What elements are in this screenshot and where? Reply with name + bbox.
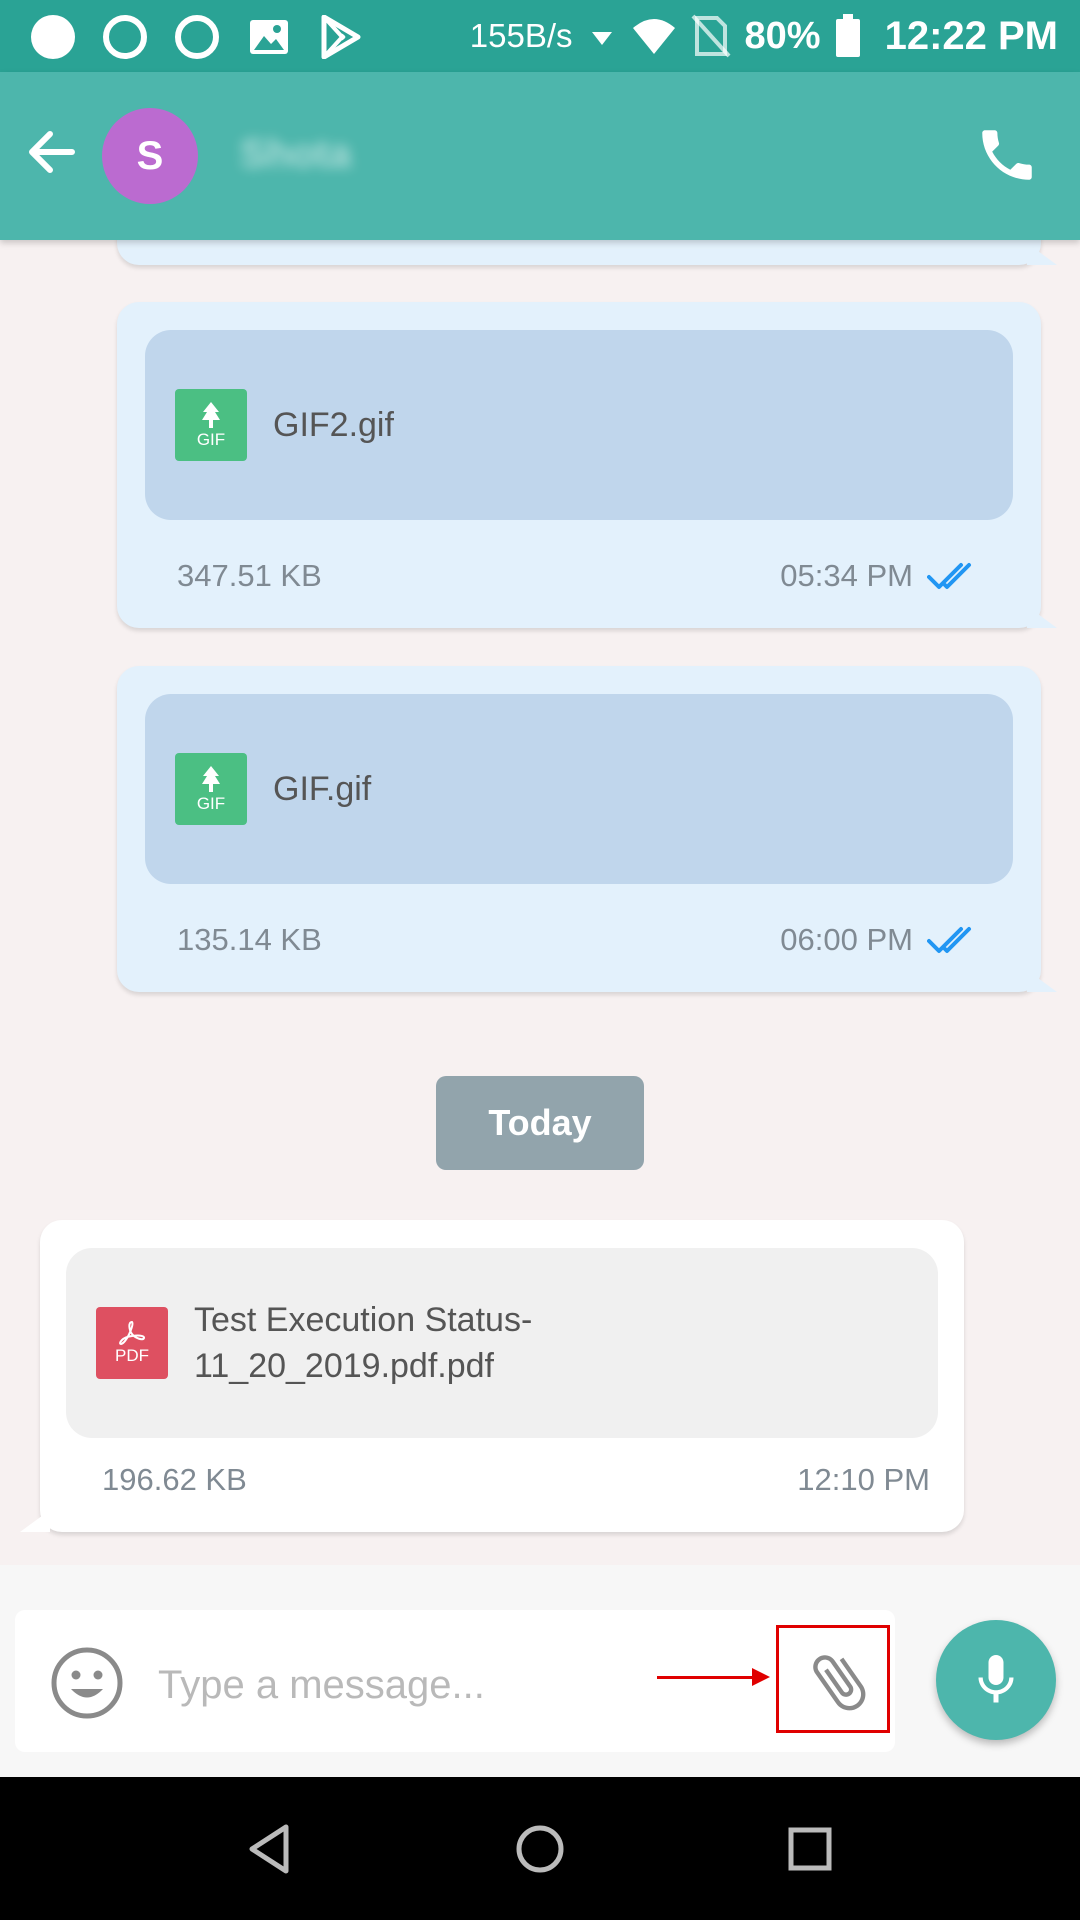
nav-back-button[interactable] [240, 1819, 300, 1879]
wifi-icon [591, 32, 612, 45]
double-check-icon [927, 563, 971, 589]
file-type-label: PDF [115, 1346, 149, 1365]
annotation-arrow [657, 1676, 757, 1679]
network-speed: 155B/s [469, 17, 573, 54]
phone-icon [982, 130, 1032, 180]
file-name: Test Execution Status- 11_20_2019.pdf.pd… [194, 1297, 532, 1389]
file-name-line: Test Execution Status- [194, 1301, 533, 1339]
circle-filled-icon [30, 14, 76, 60]
battery-percent: 80% [744, 14, 821, 57]
triangle-back-icon [249, 1824, 289, 1874]
nav-home-button[interactable] [510, 1819, 570, 1879]
image-icon [246, 14, 292, 60]
smiley-icon [51, 1647, 123, 1719]
gif-file-icon: GIF [175, 389, 247, 461]
gif-file-icon: GIF [175, 753, 247, 825]
paperclip-icon [813, 1655, 866, 1711]
microphone-icon [978, 1655, 1014, 1703]
file-name: GIF2.gif [273, 406, 394, 444]
circle-home-icon [516, 1825, 564, 1873]
contact-name[interactable]: Shota [240, 132, 351, 177]
circle-outline-icon [174, 14, 220, 60]
file-attachment[interactable]: PDF Test Execution Status- 11_20_2019.pd… [66, 1248, 938, 1438]
message-time: 06:00 PM [780, 922, 913, 957]
avatar[interactable]: S [102, 108, 198, 204]
file-type-label: GIF [196, 430, 226, 449]
message-bubble-partial [117, 240, 1041, 265]
voice-record-button[interactable] [936, 1620, 1056, 1740]
message-bubble-outgoing[interactable]: GIF GIF2.gif 347.51 KB 05:34 PM [117, 302, 1041, 628]
file-size: 135.14 KB [177, 922, 322, 957]
system-nav-bar [0, 1777, 1080, 1920]
nav-recents-button[interactable] [780, 1819, 840, 1879]
message-bubble-outgoing[interactable]: GIF GIF.gif 135.14 KB 06:00 PM [117, 666, 1041, 992]
play-store-icon [318, 14, 364, 60]
message-input[interactable] [158, 1652, 628, 1718]
annotation-arrow-head [752, 1668, 770, 1686]
file-name-line: 11_20_2019.pdf.pdf [194, 1347, 494, 1385]
no-sim-icon [691, 14, 731, 58]
message-meta: 196.62 KB 12:10 PM [102, 1462, 930, 1498]
notification-icons [30, 14, 364, 60]
battery-icon [835, 14, 860, 57]
emoji-button[interactable] [50, 1646, 124, 1720]
file-attachment[interactable]: GIF GIF2.gif [145, 330, 1013, 520]
square-recents-icon [788, 1827, 832, 1871]
message-time: 05:34 PM [780, 558, 913, 593]
message-list[interactable]: GIF GIF2.gif 347.51 KB 05:34 PM GIF GIF.… [0, 240, 1080, 1565]
call-button[interactable] [974, 122, 1040, 188]
message-meta: 347.51 KB 05:34 PM [177, 558, 981, 594]
message-bubble-incoming[interactable]: PDF Test Execution Status- 11_20_2019.pd… [40, 1220, 964, 1532]
file-attachment[interactable]: GIF GIF.gif [145, 694, 1013, 884]
date-divider: Today [436, 1076, 644, 1170]
status-right: 155B/s 80% 12:22 PM [470, 0, 1058, 72]
file-size: 196.62 KB [102, 1462, 247, 1497]
file-name: GIF.gif [273, 770, 372, 808]
chat-header: S Shota [0, 72, 1080, 240]
clock: 12:22 PM [884, 13, 1058, 58]
double-check-icon [927, 927, 971, 953]
file-size: 347.51 KB [177, 558, 322, 593]
wifi-signal-icon [632, 19, 675, 54]
pdf-file-icon: PDF [96, 1307, 168, 1379]
attach-button[interactable] [804, 1647, 874, 1717]
back-button[interactable] [22, 122, 82, 182]
file-type-label: GIF [196, 794, 226, 813]
arrow-back-icon [29, 131, 75, 173]
status-bar: 155B/s 80% 12:22 PM [0, 0, 1080, 72]
circle-outline-icon [102, 14, 148, 60]
message-time: 12:10 PM [797, 1462, 930, 1497]
message-meta: 135.14 KB 06:00 PM [177, 922, 981, 958]
